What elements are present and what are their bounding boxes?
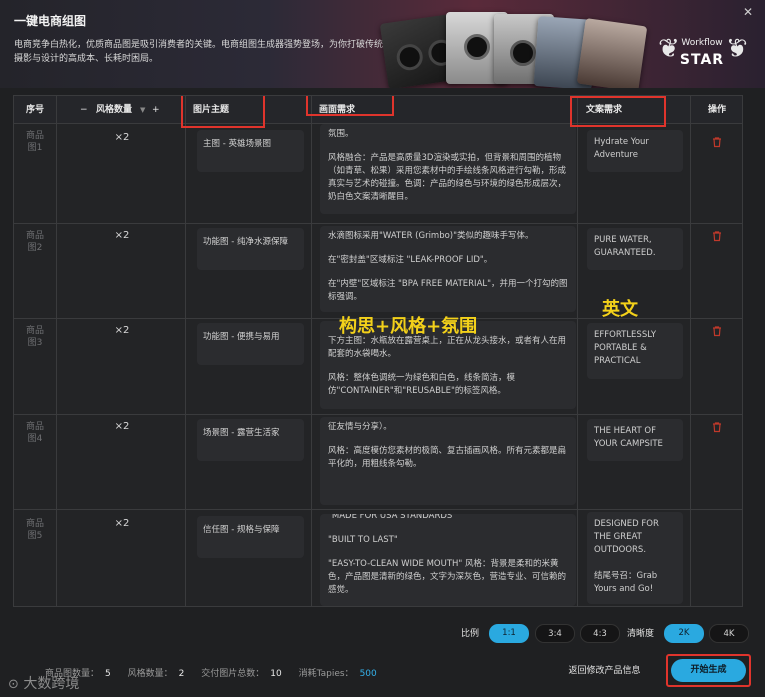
scene-text: 氛围。 [328, 129, 354, 139]
highlight-box-scene [306, 96, 394, 116]
row-copy-field[interactable]: DESIGNED FOR THE GREAT OUTDOORS. 结尾号召：Gr… [587, 512, 683, 604]
style-count-plus-button[interactable]: + [152, 96, 160, 124]
row-copy-field[interactable]: EFFORTLESSLY PORTABLE & PRACTICAL [587, 323, 683, 379]
row-topic-field[interactable]: 信任图 - 规格与保障 [197, 516, 304, 558]
row-scene-field[interactable]: 征友情与分享）。 风格：高度模仿您素材的极简、复古插画风格。所有元素都是扁平化的… [320, 417, 576, 505]
row-style-count: ×2 [114, 230, 130, 241]
clarity-option-4k[interactable]: 4K [709, 624, 749, 643]
row-topic-field[interactable]: 功能图 - 纯净水源保障 [197, 228, 304, 270]
sort-icon[interactable]: ▼ [140, 96, 145, 124]
cost-label: 消耗Tapies： [298, 669, 354, 679]
product-thumbnails [376, 8, 648, 88]
copy-annotation: 英文 [602, 299, 638, 320]
row-topic-field[interactable]: 主图 - 英雄场景图 [197, 130, 304, 172]
product-count-value: 5 [105, 669, 111, 679]
ratio-option-3-4[interactable]: 3:4 [535, 624, 575, 643]
trash-icon[interactable] [711, 136, 723, 148]
total-label: 交付图片总数： [201, 669, 265, 679]
header-style-count: 风格数量 [96, 105, 133, 115]
start-generate-button[interactable]: 开始生成 [671, 659, 746, 682]
highlight-box-copy [570, 96, 666, 127]
watermark-text: 大数跨境 [23, 676, 80, 692]
scene-annotation: 构思+风格+氛围 [339, 316, 478, 337]
clarity-label: 清晰度 [627, 629, 655, 639]
style-count-value: 2 [178, 669, 185, 679]
generate-button-highlight: 开始生成 [666, 654, 751, 687]
total-value: 10 [270, 669, 282, 679]
scene-text: 在"内壁"区域标注 "BPA FREE MATERIAL"，并用一个打勾的图标强… [328, 279, 568, 302]
cost-value: 500 [359, 669, 377, 679]
trash-icon[interactable] [711, 325, 723, 337]
row-style-count: ×2 [114, 132, 130, 143]
trash-icon[interactable] [711, 421, 723, 433]
scene-text: 风格：高度模仿您素材的极简、复古插画风格。所有元素都是扁平化的，用粗线条勾勒。 [328, 446, 567, 469]
footer-stats: 商品图数量： 5 风格数量： 2 交付图片总数： 10 消耗Tapies： 500 [45, 666, 391, 679]
badge-line2: STAR [679, 52, 725, 68]
clarity-option-2k[interactable]: 2K [664, 624, 704, 643]
row-copy-field[interactable]: Hydrate Your Adventure [587, 130, 683, 172]
header-description: 电商竞争白热化，优质商品图是吸引消费者的关键。电商组图生成器强势登场，为你打破传… [14, 40, 384, 64]
header-banner: 一键电商组图 电商竞争白热化，优质商品图是吸引消费者的关键。电商组图生成器强势登… [0, 0, 765, 88]
back-edit-button[interactable]: 返回修改产品信息 [552, 657, 657, 685]
scene-text: "BUILT TO LAST" [328, 535, 398, 545]
row-seq: 商品图4 [25, 422, 44, 444]
header-action: 操作 [708, 105, 727, 115]
trash-icon[interactable] [711, 230, 723, 242]
row-topic-field[interactable]: 功能图 - 便携与易用 [197, 323, 304, 365]
scene-text: "EASY-TO-CLEAN WIDE MOUTH" 风格：背景是柔和的米黄色，… [328, 559, 567, 595]
watermark: ⊙ 大数跨境 [8, 673, 79, 693]
workflow-star-badge: ❦ ❦ Workflow STAR [658, 34, 748, 80]
scene-text: "MADE FOR USA STANDARDS" [328, 514, 457, 521]
ratio-label: 比例 [461, 629, 480, 639]
image-plan-table: 序号 − 风格数量 ▼ + 图片主题 画面需求 文案需求 操作 商品图1 ×2 … [13, 95, 743, 607]
page-title: 一键电商组图 [14, 14, 87, 28]
ratio-option-1-1[interactable]: 1:1 [489, 624, 529, 643]
highlight-box-topic [181, 96, 265, 128]
row-style-count: ×2 [114, 518, 130, 529]
row-scene-field[interactable]: "MADE FOR USA STANDARDS" "BUILT TO LAST"… [320, 514, 576, 606]
row-copy-field[interactable]: THE HEART OF YOUR CAMPSITE [587, 419, 683, 461]
portrait-thumbnail [576, 18, 648, 88]
watermark-logo-icon: ⊙ [8, 677, 19, 692]
scene-text: 征友情与分享）。 [328, 422, 392, 432]
style-count-label: 风格数量： [127, 669, 173, 679]
row-seq: 商品图2 [25, 231, 44, 253]
scene-text: 风格融合：产品是高质量3D渲染或实拍，但背景和周围的植物（如青草、松果）采用您素… [328, 153, 567, 202]
row-seq: 商品图3 [25, 326, 44, 348]
header-seq: 序号 [26, 105, 45, 115]
scene-text: 水滴图标采用"WATER (Grimbo)"类似的趣味手写体。 [328, 231, 534, 241]
row-style-count: ×2 [114, 421, 130, 432]
scene-text: 风格：整体色调统一为绿色和白色，线条简洁，模仿"CONTAINER"和"REUS… [328, 373, 516, 396]
row-seq: 商品图5 [25, 519, 44, 541]
row-style-count: ×2 [114, 325, 130, 336]
row-scene-field[interactable]: 水滴图标采用"WATER (Grimbo)"类似的趣味手写体。 在"密封盖"区域… [320, 226, 576, 312]
row-scene-field[interactable]: 氛围。 风格融合：产品是高质量3D渲染或实拍，但背景和周围的植物（如青草、松果）… [320, 124, 576, 214]
close-icon[interactable]: ✕ [741, 5, 755, 19]
style-count-minus-button[interactable]: − [80, 96, 88, 124]
scene-text: 在"密封盖"区域标注 "LEAK-PROOF LID"。 [328, 255, 493, 265]
row-topic-field[interactable]: 场景图 - 露营生活家 [197, 419, 304, 461]
scene-text: 下方主图：水瓶放在露营桌上，正在从龙头接水，或者有人在用配套的水袋喝水。 [328, 336, 567, 359]
ratio-option-4-3[interactable]: 4:3 [580, 624, 620, 643]
row-seq: 商品图1 [25, 131, 44, 153]
badge-line1: Workflow [681, 38, 723, 48]
row-copy-field[interactable]: PURE WATER, GUARANTEED. [587, 228, 683, 270]
